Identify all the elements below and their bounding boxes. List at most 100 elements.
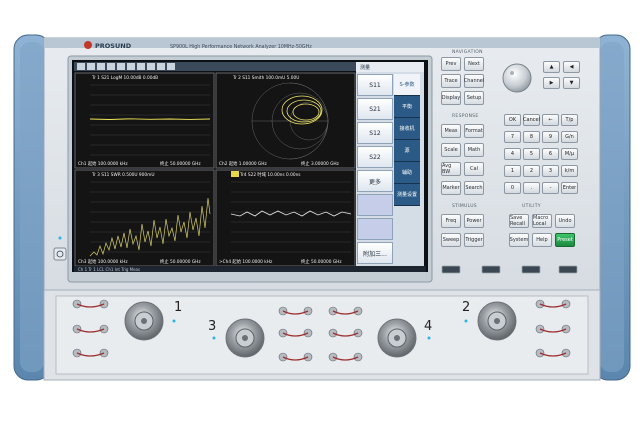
softkey-blank-2[interactable]	[357, 218, 393, 240]
trace-window-1[interactable]	[74, 72, 215, 169]
trace-3-footer-start: Ch3 起始 100.0000 kHz	[78, 258, 128, 265]
marker-button[interactable]: Marker	[441, 181, 461, 195]
trace-1-header: Tr 1 S21 LogM 10.00dB 0.00dB	[91, 75, 158, 81]
model-line: SP900L High Performance Network Analyzer…	[170, 44, 312, 50]
arrow-right-button[interactable]: ▶	[543, 77, 560, 89]
port-1-label: 1	[174, 300, 182, 315]
test-port-2[interactable]	[477, 301, 517, 341]
trace-2-header: Tr 2 S11 Smith 100.0mU 5.00U	[232, 75, 299, 81]
keypad-key[interactable]: 8	[523, 131, 540, 143]
tab-meas-setup[interactable]: 测量设置	[394, 184, 420, 206]
avg-bw-button[interactable]: Avg BW	[441, 162, 461, 176]
save-recall-button[interactable]: Save Recall	[509, 214, 529, 228]
test-port-4[interactable]	[377, 318, 417, 358]
arrow-left-button[interactable]: ◀	[563, 61, 580, 73]
keypad-key[interactable]: -	[542, 182, 559, 194]
channel-button[interactable]: Channel	[464, 74, 484, 88]
trace-1-footer-stop: 终止 50.00000 GHz	[160, 160, 201, 167]
sweep-button[interactable]: Sweep	[441, 233, 461, 247]
keypad-key[interactable]: 4	[504, 148, 521, 160]
freq-button[interactable]: Freq	[441, 214, 461, 228]
trace-2-footer-start: Ch2 起始 1.00000 GHz	[219, 160, 267, 167]
trace-window-2[interactable]	[215, 72, 356, 169]
prev-button[interactable]: Prev	[441, 57, 461, 71]
keypad-key[interactable]: k/m	[561, 165, 578, 177]
keypad-key[interactable]: T/p	[561, 114, 578, 126]
math-button[interactable]: Math	[464, 143, 484, 157]
tab-balanced[interactable]: 平衡	[394, 96, 420, 118]
trace-4-footer-start: >Ch4 起始 100.0000 kHz	[219, 258, 273, 265]
network-analyzer-front-panel: Tr 1 S21 LogM 10.00dB 0.00dB Tr 2 S11 Sm…	[0, 0, 644, 430]
meas-button[interactable]: Meas	[441, 124, 461, 138]
power-level-button[interactable]: Power	[464, 214, 484, 228]
keypad-key[interactable]: 6	[542, 148, 559, 160]
trace-window-3[interactable]	[74, 169, 215, 267]
softkey-s22[interactable]: S22	[357, 146, 393, 168]
next-button[interactable]: Next	[464, 57, 484, 71]
softkey-s11[interactable]: S11	[357, 74, 393, 96]
port-4-label: 4	[424, 319, 432, 334]
keypad-key[interactable]: .	[523, 182, 540, 194]
softkey-more[interactable]: 更多	[357, 170, 393, 192]
trigger-button[interactable]: Trigger	[464, 233, 484, 247]
softkey-extra[interactable]: 附加三...	[357, 242, 393, 264]
tab-receiver[interactable]: 接收机	[394, 118, 420, 140]
keypad-key[interactable]: 3	[542, 165, 559, 177]
arrow-down-icon: ▼	[569, 80, 574, 86]
keypad-key[interactable]: 9	[542, 131, 559, 143]
preset-button[interactable]: Preset	[555, 233, 575, 247]
tab-aux[interactable]: 辅助	[394, 162, 420, 184]
setup-button[interactable]: Setup	[464, 91, 484, 105]
port-3-label: 3	[208, 319, 216, 334]
keypad-key[interactable]: OK	[504, 114, 521, 126]
arrow-up-button[interactable]: ▲	[543, 61, 560, 73]
arrow-up-icon: ▲	[549, 64, 554, 70]
arrow-down-button[interactable]: ▼	[563, 77, 580, 89]
trace-4-header: Tr4 S22 时域 10.00ns 0.00ns	[239, 171, 301, 178]
group-stimulus-label: STIMULUS	[452, 204, 477, 209]
keypad-key[interactable]: 2	[523, 165, 540, 177]
port-2-label: 2	[462, 300, 470, 315]
keypad-key[interactable]: M/μ	[561, 148, 578, 160]
power-button[interactable]	[53, 247, 67, 261]
rotary-knob[interactable]	[502, 63, 532, 93]
softkey-blank-1[interactable]	[357, 194, 393, 216]
test-port-1[interactable]	[124, 301, 164, 341]
keypad-key[interactable]: 0	[504, 182, 521, 194]
trace-3-header: Tr 3 S11 SWR 0.500U 900mU	[91, 172, 154, 178]
test-port-3[interactable]	[225, 318, 265, 358]
macro-local-button[interactable]: Macro Local	[532, 214, 552, 228]
keypad-key[interactable]: Enter	[561, 182, 578, 194]
arrow-left-icon: ◀	[569, 64, 574, 70]
group-navigation-label: NAVIGATION	[452, 50, 483, 55]
trace-3-footer-stop: 终止 50.00000 GHz	[160, 258, 201, 265]
format-button[interactable]: Format	[464, 124, 484, 138]
scale-button[interactable]: Scale	[441, 143, 461, 157]
trace-button[interactable]: Trace	[441, 74, 461, 88]
keypad-key[interactable]: ←	[542, 114, 559, 126]
system-button[interactable]: System	[509, 233, 529, 247]
group-response-label: RESPONSE	[452, 114, 479, 119]
trace-window-4[interactable]	[215, 169, 356, 267]
tab-s-params[interactable]: S-参数	[394, 74, 420, 96]
keypad-key[interactable]: G/n	[561, 131, 578, 143]
brand-name: PROSUND	[95, 42, 132, 50]
arrow-right-icon: ▶	[549, 80, 554, 86]
help-button[interactable]: Help	[532, 233, 552, 247]
trace-1-footer-start: Ch1 起始 100.0000 kHz	[78, 160, 128, 167]
keypad-key[interactable]: 1	[504, 165, 521, 177]
display-button[interactable]: Display	[441, 91, 461, 105]
keypad-key[interactable]: Cancel	[523, 114, 540, 126]
status-bar: Ch 1 Tr 1 LCL Ch1 Int Trig Meas	[78, 267, 140, 272]
keypad-key[interactable]: 7	[504, 131, 521, 143]
trace-4-footer-stop: 终止 50.00000 GHz	[301, 258, 342, 265]
undo-button[interactable]: Undo	[555, 214, 575, 228]
search-button[interactable]: Search	[464, 181, 484, 195]
softkey-s12[interactable]: S12	[357, 122, 393, 144]
softkey-s21[interactable]: S21	[357, 98, 393, 120]
cal-button[interactable]: Cal	[464, 162, 484, 176]
group-utility-label: UTILITY	[522, 204, 541, 209]
brand-logo-icon	[84, 41, 92, 49]
tab-source[interactable]: 源	[394, 140, 420, 162]
keypad-key[interactable]: 5	[523, 148, 540, 160]
